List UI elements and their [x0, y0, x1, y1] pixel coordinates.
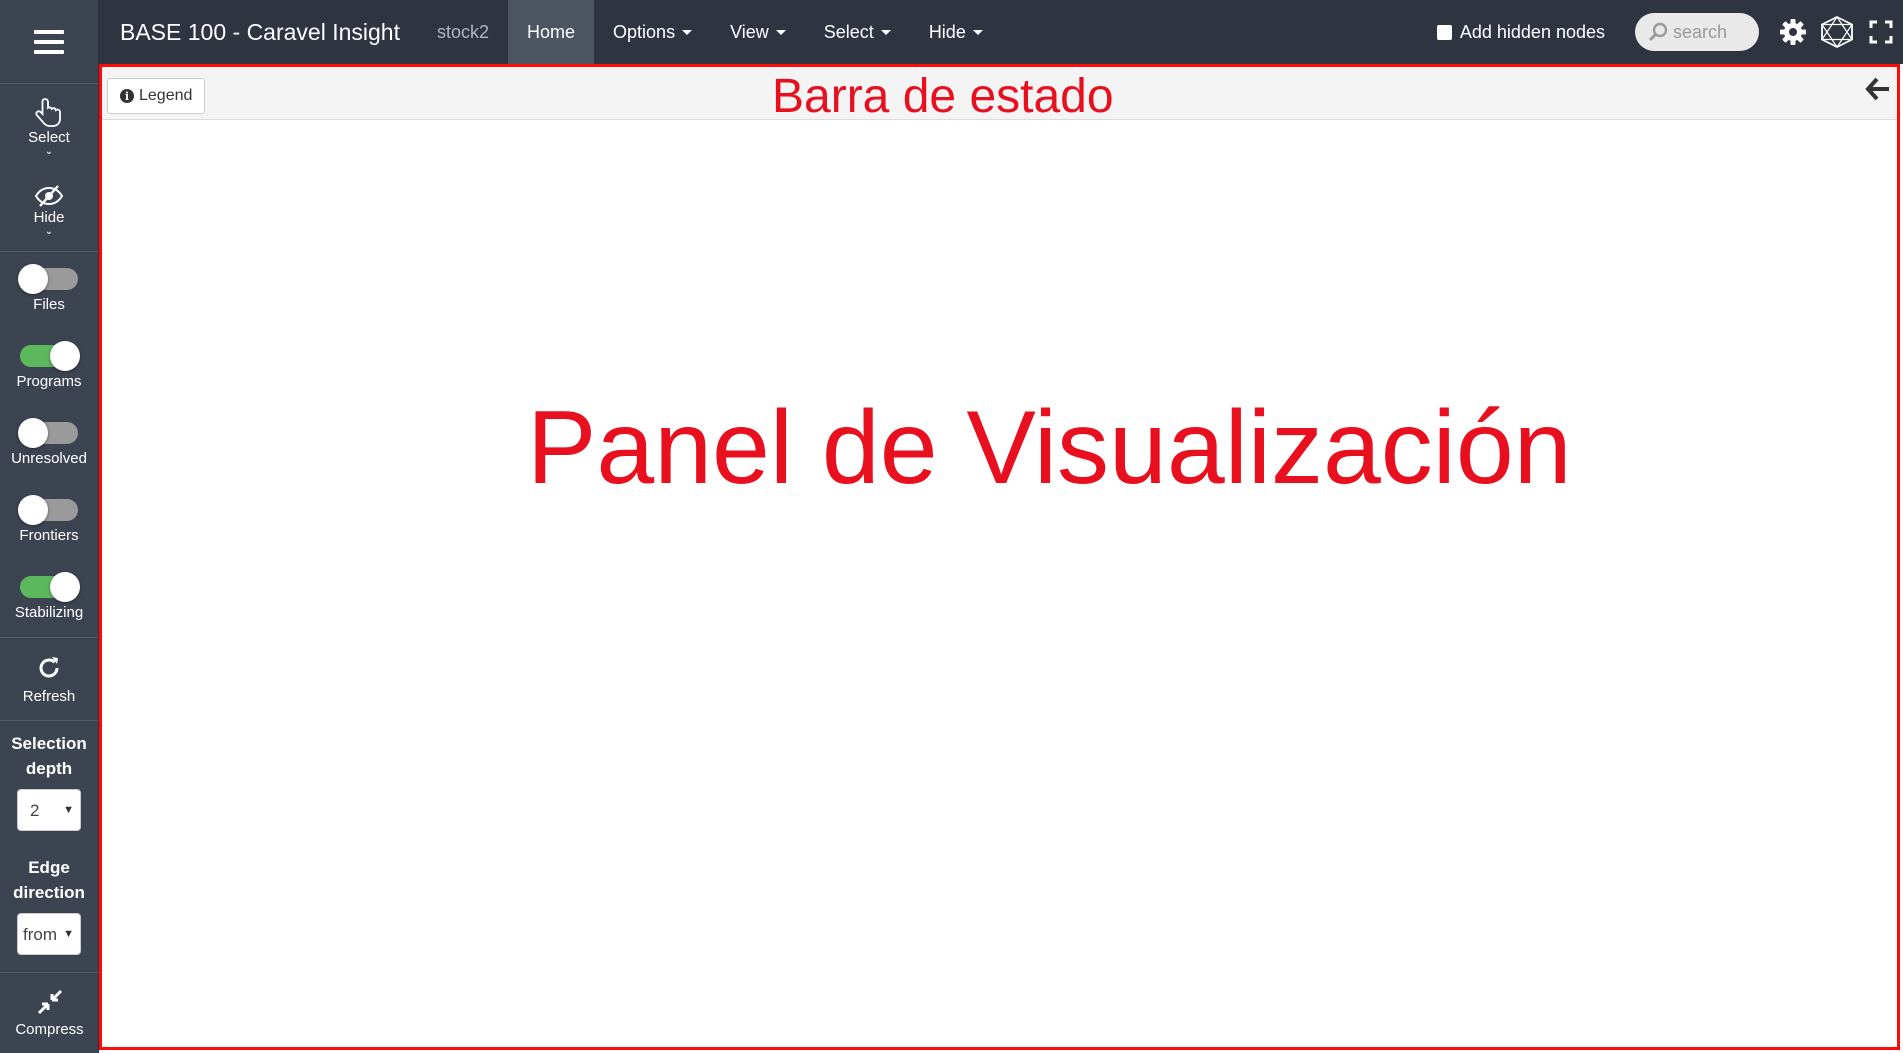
stabilizing-switch[interactable]	[20, 572, 80, 602]
toggle-label: Unresolved	[11, 450, 87, 467]
toggle-frontiers[interactable]: Frontiers	[0, 483, 98, 560]
dropdown-arrow-icon: ▼	[63, 803, 74, 816]
hide-tool-label: Hide	[33, 209, 65, 226]
refresh-label: Refresh	[22, 687, 76, 705]
app-title[interactable]: BASE 100 - Caravel Insight	[99, 19, 420, 46]
left-sidebar: Select ⌄ Hide ⌄ Files Programs Unresolve…	[0, 0, 99, 1053]
nav-select[interactable]: Select	[805, 0, 910, 64]
compress-button[interactable]: Compress	[0, 972, 99, 1053]
add-hidden-nodes-label: Add hidden nodes	[1459, 21, 1605, 42]
refresh-button[interactable]: Refresh	[0, 637, 98, 721]
hamburger-icon	[34, 29, 64, 54]
search-input[interactable]: search	[1635, 13, 1759, 51]
edge-direction-label: Edge	[28, 858, 70, 877]
nav-options-label: Options	[613, 21, 676, 42]
selection-depth-group: Selection depth 2 ▼	[0, 721, 98, 831]
info-icon: i	[120, 89, 134, 103]
status-bar: i Legend Barra de estado	[102, 67, 1897, 123]
select-tool-button[interactable]: Select ⌄	[0, 84, 98, 168]
nav-view[interactable]: View	[711, 0, 805, 64]
nav-hide[interactable]: Hide	[910, 0, 1002, 64]
nav-select-label: Select	[823, 21, 874, 42]
network-view-button[interactable]	[1815, 0, 1859, 64]
compress-label: Compress	[15, 1020, 84, 1038]
unresolved-switch[interactable]	[18, 418, 78, 448]
hamburger-menu-button[interactable]	[0, 0, 98, 84]
toggle-files[interactable]: Files	[0, 252, 98, 329]
navbar-right-group: Add hidden nodes search	[1436, 0, 1903, 64]
chevron-down-icon: ⌄	[44, 226, 54, 237]
nav-hide-label: Hide	[928, 21, 966, 42]
pointer-hand-icon	[35, 97, 61, 127]
toggle-label: Files	[33, 296, 65, 313]
selection-depth-label-2: depth	[25, 759, 73, 778]
edge-direction-select[interactable]: from ▼	[17, 913, 81, 955]
caret-down-icon	[880, 29, 891, 35]
panel-annotation: Panel de Visualización	[527, 390, 1572, 506]
fullscreen-button[interactable]	[1859, 0, 1903, 64]
files-switch[interactable]	[18, 264, 78, 294]
chevron-down-icon: ⌄	[44, 145, 54, 157]
caret-down-icon	[775, 29, 786, 35]
top-navbar: BASE 100 - Caravel Insight stock2 Home O…	[99, 0, 1903, 64]
eye-slash-icon	[34, 185, 64, 207]
toggle-unresolved[interactable]: Unresolved	[0, 406, 98, 483]
hide-tool-button[interactable]: Hide ⌄	[0, 168, 98, 252]
status-bar-annotation: Barra de estado	[772, 70, 1114, 123]
caret-down-icon	[972, 29, 983, 35]
nav-options[interactable]: Options	[594, 0, 711, 64]
edge-direction-value: from	[23, 924, 57, 944]
visualization-panel[interactable]: i Legend Barra de estado Panel de Visual…	[99, 64, 1900, 1050]
selection-depth-label: Selection	[11, 734, 87, 753]
gear-icon	[1780, 19, 1806, 45]
legend-label: Legend	[139, 87, 193, 104]
frontiers-switch[interactable]	[18, 495, 78, 525]
toggle-label: Stabilizing	[14, 604, 84, 621]
search-icon	[1648, 22, 1668, 42]
toggle-label: Frontiers	[19, 527, 79, 544]
nav-home[interactable]: Home	[508, 0, 595, 64]
toggle-programs[interactable]: Programs	[0, 329, 98, 406]
toggle-label: Programs	[16, 373, 82, 390]
fullscreen-icon	[1869, 20, 1893, 44]
add-hidden-nodes-checkbox[interactable]	[1436, 24, 1452, 40]
refresh-icon	[39, 656, 59, 677]
selection-depth-select[interactable]: 2 ▼	[17, 789, 81, 831]
legend-button[interactable]: i Legend	[107, 78, 206, 114]
compress-icon	[37, 989, 62, 1014]
nav-home-label: Home	[527, 21, 576, 42]
search-placeholder: search	[1673, 21, 1728, 42]
add-hidden-nodes-option[interactable]: Add hidden nodes	[1436, 21, 1605, 43]
programs-switch[interactable]	[20, 341, 80, 371]
network-icon	[1821, 16, 1853, 48]
project-name: stock2	[436, 21, 490, 42]
app-window: Select ⌄ Hide ⌄ Files Programs Unresolve…	[0, 0, 1903, 1053]
dropdown-arrow-icon: ▼	[63, 927, 74, 940]
edge-direction-label-2: direction	[13, 883, 85, 902]
collapse-panel-button[interactable]	[1865, 77, 1891, 106]
select-tool-label: Select	[28, 128, 70, 146]
caret-down-icon	[682, 29, 693, 35]
selection-depth-value: 2	[30, 800, 40, 820]
arrow-left-icon	[1865, 77, 1889, 101]
nav-view-label: View	[730, 21, 769, 42]
settings-button[interactable]	[1771, 0, 1815, 64]
toggle-stabilizing[interactable]: Stabilizing	[0, 560, 98, 637]
edge-direction-group: Edge direction from ▼	[0, 831, 98, 955]
